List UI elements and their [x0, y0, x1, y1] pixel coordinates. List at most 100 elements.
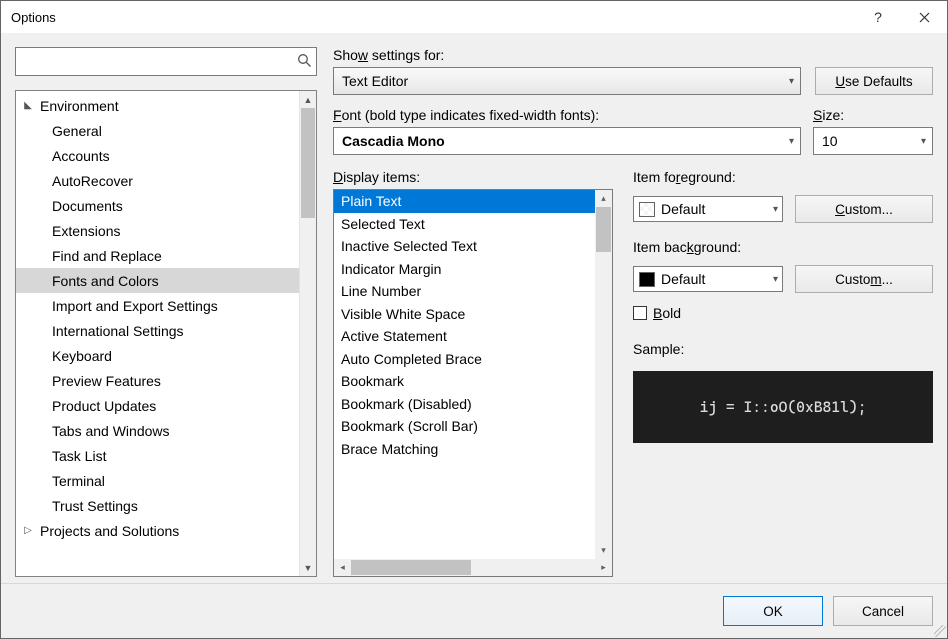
tree-node[interactable]: Keyboard	[16, 343, 316, 368]
show-settings-label: Show settings for:	[333, 47, 801, 63]
tree-node[interactable]: Documents	[16, 193, 316, 218]
category-tree[interactable]: ◢Environment General Accounts AutoRecover Do…	[15, 90, 317, 577]
scroll-thumb[interactable]	[301, 108, 315, 218]
list-v-scrollbar[interactable]: ▴ ▾	[595, 190, 612, 559]
resize-grip-icon[interactable]	[934, 625, 946, 637]
tree-node[interactable]: Task List	[16, 443, 316, 468]
show-settings-combo[interactable]: Text Editor ▾	[333, 67, 801, 95]
tree-node-label: General	[52, 123, 102, 139]
tree-node[interactable]: Trust Settings	[16, 493, 316, 518]
tree-node-label: Product Updates	[52, 398, 156, 414]
tree-node[interactable]: Fonts and Colors	[16, 268, 316, 293]
bold-label: Bold	[653, 305, 681, 321]
tree-node[interactable]: Find and Replace	[16, 243, 316, 268]
chevron-down-icon: ▾	[781, 76, 794, 87]
scroll-down-icon[interactable]: ▼	[300, 559, 316, 576]
tree-node-label: Tabs and Windows	[52, 423, 170, 439]
scroll-down-icon[interactable]: ▾	[595, 542, 612, 559]
list-item[interactable]: Visible White Space	[334, 303, 612, 326]
list-item[interactable]: Bookmark (Scroll Bar)	[334, 415, 612, 438]
tree-node[interactable]: General	[16, 118, 316, 143]
tree-node[interactable]: ▷ Projects and Solutions	[16, 518, 316, 543]
checkbox-icon	[633, 306, 647, 320]
window-title: Options	[11, 10, 855, 25]
list-item[interactable]: Line Number	[334, 280, 612, 303]
foreground-swatch	[639, 202, 655, 217]
cancel-button[interactable]: Cancel	[833, 596, 933, 626]
size-combo[interactable]: 10 ▾	[813, 127, 933, 155]
background-combo[interactable]: Default ▾	[633, 266, 783, 292]
sample-preview: ij = I::oO(0xB81l);	[633, 371, 933, 443]
close-button[interactable]	[901, 2, 947, 32]
list-item[interactable]: Auto Completed Brace	[334, 348, 612, 371]
item-foreground-label: Item foreground:	[633, 169, 933, 185]
size-label: Size:	[813, 107, 933, 123]
right-column: Show settings for: Text Editor ▾ Use Def…	[333, 47, 933, 577]
list-item[interactable]: Bookmark	[334, 370, 612, 393]
list-item[interactable]: Inactive Selected Text	[334, 235, 612, 258]
display-items-label: Display items:	[333, 169, 613, 185]
tree-node-label: Documents	[52, 198, 123, 214]
tree-node-label: Projects and Solutions	[40, 523, 179, 539]
tree-node[interactable]: ◢Environment	[16, 93, 316, 118]
custom-foreground-button[interactable]: Custom...	[795, 195, 933, 223]
background-value: Default	[661, 271, 705, 287]
tree-node-label: Task List	[52, 448, 106, 464]
ok-button[interactable]: OK	[723, 596, 823, 626]
custom-background-button[interactable]: Custom...	[795, 265, 933, 293]
scroll-left-icon[interactable]: ◂	[334, 559, 351, 576]
sample-text: ij = I::oO(0xB81l);	[700, 398, 867, 416]
tree-node-label: Preview Features	[52, 373, 161, 389]
chevron-down-icon: ▾	[913, 136, 926, 147]
tree-node-label: Trust Settings	[52, 498, 138, 514]
sample-label: Sample:	[633, 341, 933, 357]
dialog-footer: OK Cancel	[1, 583, 947, 638]
display-items-list[interactable]: Plain TextSelected TextInactive Selected…	[333, 189, 613, 577]
scroll-up-icon[interactable]: ▲	[300, 91, 316, 108]
list-h-scrollbar[interactable]: ◂ ▸	[334, 559, 612, 576]
list-item[interactable]: Bookmark (Disabled)	[334, 393, 612, 416]
tree-node-label: Find and Replace	[52, 248, 162, 264]
search-input[interactable]	[16, 52, 292, 72]
list-item[interactable]: Indicator Margin	[334, 258, 612, 281]
item-background-label: Item background:	[633, 239, 933, 255]
scroll-thumb[interactable]	[351, 560, 471, 575]
scroll-right-icon[interactable]: ▸	[595, 559, 612, 576]
list-item[interactable]: Brace Matching	[334, 438, 612, 461]
use-defaults-button[interactable]: Use Defaults	[815, 67, 933, 95]
tree-node-label: AutoRecover	[52, 173, 133, 189]
tree-node[interactable]: Tabs and Windows	[16, 418, 316, 443]
tree-node[interactable]: Preview Features	[16, 368, 316, 393]
tree-node[interactable]: Product Updates	[16, 393, 316, 418]
search-icon	[292, 53, 316, 71]
foreground-combo[interactable]: Default ▾	[633, 196, 783, 222]
list-item[interactable]: Selected Text	[334, 213, 612, 236]
list-item[interactable]: Plain Text	[334, 190, 612, 213]
bold-checkbox[interactable]: Bold	[633, 305, 933, 321]
tree-node-label: Terminal	[52, 473, 105, 489]
scroll-thumb[interactable]	[596, 207, 611, 252]
search-box[interactable]	[15, 47, 317, 76]
tree-node[interactable]: Terminal	[16, 468, 316, 493]
tree-node-label: Environment	[40, 98, 119, 114]
help-button[interactable]: ?	[855, 2, 901, 32]
size-value: 10	[822, 133, 838, 149]
content-area: ◢Environment General Accounts AutoRecover Do…	[1, 33, 947, 583]
chevron-down-icon: ▾	[767, 204, 778, 215]
font-value: Cascadia Mono	[342, 133, 445, 149]
expand-icon: ▷	[20, 525, 36, 536]
chevron-down-icon: ▾	[781, 136, 794, 147]
font-label: Font (bold type indicates fixed-width fo…	[333, 107, 801, 123]
tree-scrollbar[interactable]: ▲ ▼	[299, 91, 316, 576]
scroll-up-icon[interactable]: ▴	[595, 190, 612, 207]
tree-node[interactable]: AutoRecover	[16, 168, 316, 193]
tree-node[interactable]: Accounts	[16, 143, 316, 168]
tree-node[interactable]: Import and Export Settings	[16, 293, 316, 318]
tree-node[interactable]: Extensions	[16, 218, 316, 243]
font-combo[interactable]: Cascadia Mono ▾	[333, 127, 801, 155]
options-dialog: Options ? ◢Environment General Accounts Aut…	[0, 0, 948, 639]
close-icon	[919, 12, 930, 23]
list-item[interactable]: Active Statement	[334, 325, 612, 348]
background-swatch	[639, 272, 655, 287]
tree-node[interactable]: International Settings	[16, 318, 316, 343]
